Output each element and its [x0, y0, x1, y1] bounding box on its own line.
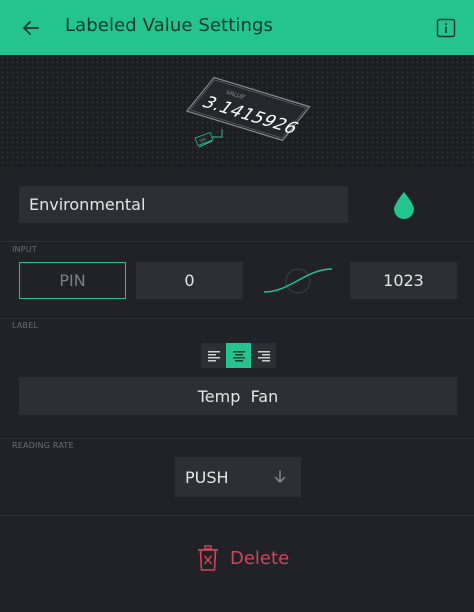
- reading-rate-value: PUSH: [185, 467, 229, 487]
- section-label-label: LABEL: [12, 321, 39, 330]
- arrow-down-icon: [274, 470, 286, 483]
- min-value-field[interactable]: 0: [136, 262, 243, 299]
- mapping-curve-icon: [263, 268, 333, 294]
- delete-button[interactable]: Delete: [196, 543, 289, 573]
- divider: [0, 241, 474, 242]
- arrow-left-icon[interactable]: [18, 15, 44, 41]
- align-right-icon: [257, 350, 270, 361]
- trash-icon: [198, 545, 218, 571]
- widget-name-value: Environmental: [29, 195, 146, 214]
- align-center-button[interactable]: [226, 343, 251, 368]
- delete-label: Delete: [230, 547, 290, 569]
- divider: [0, 515, 474, 516]
- pin-button-label: PIN: [59, 271, 86, 290]
- max-value-field[interactable]: 1023: [350, 262, 457, 299]
- reading-rate-dropdown[interactable]: PUSH: [175, 457, 301, 497]
- label-text-value: Temp Fan: [197, 386, 279, 406]
- top-bar: Labeled Value Settings: [0, 0, 474, 55]
- widget-preview: VALUE 3.1415926 PIN: [0, 55, 474, 167]
- align-center-icon: [232, 350, 245, 361]
- section-label-reading-rate: READING RATE: [12, 441, 74, 450]
- text-alignment-group: [201, 343, 277, 368]
- divider: [0, 318, 474, 319]
- widget-name-field[interactable]: Environmental: [19, 186, 348, 223]
- align-right-button[interactable]: [251, 343, 276, 368]
- align-left-icon: [207, 350, 220, 361]
- min-value: 0: [184, 271, 195, 290]
- pin-select-button[interactable]: PIN: [19, 262, 126, 299]
- labeled-value-widget-illustration: VALUE 3.1415926 PIN: [185, 76, 311, 148]
- page-title: Labeled Value Settings: [65, 15, 273, 36]
- label-text-field[interactable]: Temp Fan: [19, 377, 457, 415]
- info-icon[interactable]: [436, 18, 456, 38]
- section-label-input: INPUT: [12, 245, 37, 254]
- max-value: 1023: [383, 271, 424, 290]
- color-drop-icon[interactable]: [392, 191, 416, 219]
- align-left-button[interactable]: [201, 343, 226, 368]
- divider: [0, 438, 474, 439]
